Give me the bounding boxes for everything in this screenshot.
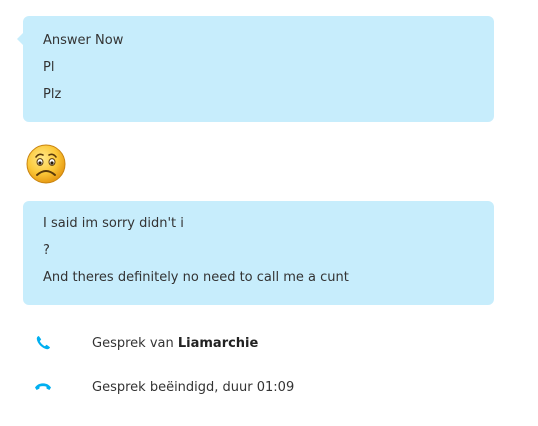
message-line: Plz bbox=[43, 87, 62, 102]
hang-up-icon bbox=[34, 378, 52, 396]
bubble-tail bbox=[17, 33, 23, 45]
call-description: Gesprek van Liamarchie bbox=[92, 336, 258, 351]
call-prefix: Gesprek van bbox=[92, 335, 174, 351]
message-line: And theres definitely no need to call me… bbox=[43, 270, 349, 285]
call-ended-text: Gesprek beëindigd, duur 01:09 bbox=[92, 379, 295, 395]
call-ended-entry[interactable]: Gesprek beëindigd, duur 01:09 bbox=[34, 377, 294, 397]
caller-name: Liamarchie bbox=[177, 335, 259, 351]
message-line: ? bbox=[43, 243, 50, 258]
message-bubble[interactable]: I said im sorry didn't i ? And theres de… bbox=[23, 201, 494, 305]
message-line: Answer Now bbox=[43, 33, 124, 48]
incoming-call-entry[interactable]: Gesprek van Liamarchie bbox=[34, 333, 258, 353]
phone-call-icon bbox=[34, 334, 52, 352]
message-line: I said im sorry didn't i bbox=[43, 216, 184, 231]
chat-conversation: Answer Now Pl Plz I said im sorry didn't… bbox=[0, 0, 538, 426]
worried-face-icon bbox=[24, 141, 68, 185]
message-line: Pl bbox=[43, 60, 55, 75]
message-bubble[interactable]: Answer Now Pl Plz bbox=[17, 16, 494, 122]
